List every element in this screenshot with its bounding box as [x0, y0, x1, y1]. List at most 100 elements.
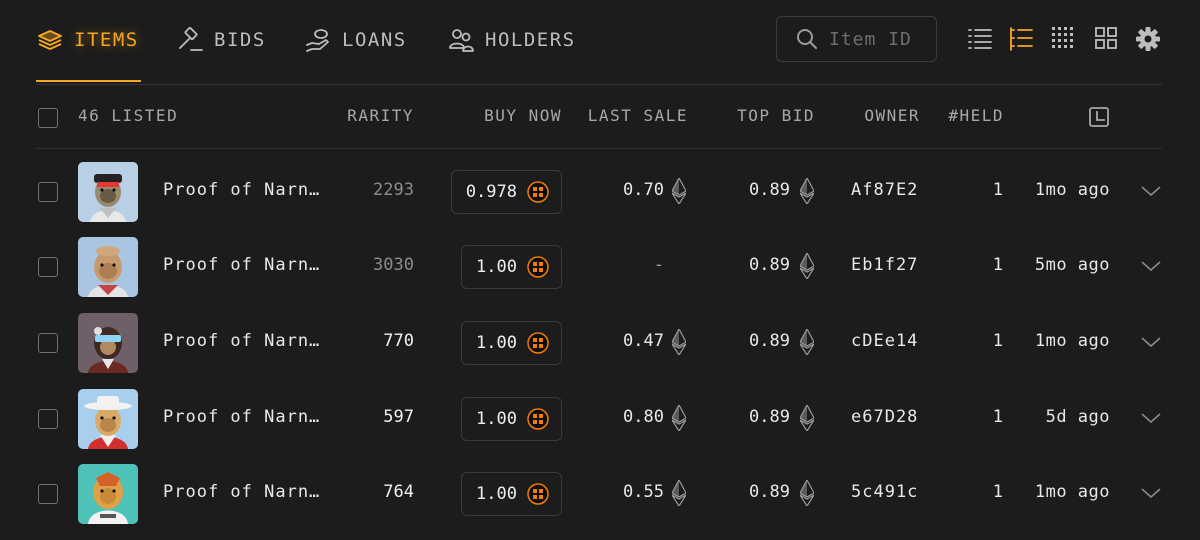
top-bid-value: 0.89 — [749, 482, 790, 502]
table-row[interactable]: Proof of Narn… 3030 1.00 - 0.89 Eb1f27 1… — [0, 237, 1200, 313]
search-icon — [797, 29, 817, 49]
last-sale-value: 0.55 — [623, 482, 664, 502]
dense-grid-view-icon[interactable] — [1051, 26, 1077, 52]
nft-thumbnail[interactable] — [78, 389, 138, 449]
nft-thumbnail[interactable] — [78, 313, 138, 373]
buy-now-price: 1.00 — [476, 409, 517, 429]
column-header-rarity[interactable]: RARITY — [347, 106, 414, 125]
listed-time: 1mo ago — [1034, 482, 1110, 502]
row-checkbox[interactable] — [38, 484, 58, 504]
table-row[interactable]: Proof of Narn… 770 1.00 0.47 0.89 cDEe14… — [0, 313, 1200, 389]
active-tab-indicator — [36, 80, 141, 82]
chevron-down-icon[interactable] — [1141, 411, 1161, 425]
nft-thumbnail[interactable] — [78, 464, 138, 524]
clock-icon[interactable] — [1088, 106, 1110, 128]
column-header-owner[interactable]: OWNER — [864, 106, 920, 125]
owner-address[interactable]: 5c491c — [851, 482, 918, 502]
buy-now-button[interactable]: 1.00 — [461, 245, 562, 289]
column-header-held[interactable]: #HELD — [948, 106, 1004, 125]
item-name[interactable]: Proof of Narn… — [163, 482, 320, 502]
listed-time: 5d ago — [1045, 407, 1110, 427]
held-count: 1 — [992, 482, 1003, 502]
item-id-search-input[interactable] — [827, 27, 931, 51]
last-sale-value: - — [653, 255, 664, 275]
rarity-value: 3030 — [373, 255, 414, 275]
coin-icon — [527, 332, 549, 354]
detailed-list-view-icon[interactable] — [1008, 26, 1034, 52]
eth-icon — [672, 329, 686, 355]
hand-coin-icon — [306, 29, 329, 52]
item-name[interactable]: Proof of Narn… — [163, 255, 320, 275]
owner-address[interactable]: cDEe14 — [851, 331, 918, 351]
tab-bids-label: BIDS — [214, 29, 266, 51]
header-divider — [36, 148, 1162, 149]
rarity-value: 770 — [383, 331, 414, 351]
tab-loans[interactable]: LOANS — [304, 24, 407, 56]
column-header-buy-now[interactable]: BUY NOW — [484, 106, 562, 125]
buy-now-button[interactable]: 0.978 — [450, 170, 562, 214]
nft-thumbnail[interactable] — [78, 237, 138, 297]
eth-icon — [672, 480, 686, 506]
select-all-checkbox[interactable] — [38, 108, 58, 128]
top-bid-value: 0.89 — [749, 180, 790, 200]
item-name[interactable]: Proof of Narn… — [163, 407, 320, 427]
listed-time: 1mo ago — [1034, 331, 1110, 351]
buy-now-button[interactable]: 1.00 — [461, 397, 562, 441]
coin-icon — [527, 181, 549, 203]
gear-icon[interactable] — [1135, 26, 1161, 52]
buy-now-button[interactable]: 1.00 — [461, 472, 562, 516]
item-name[interactable]: Proof of Narn… — [163, 331, 320, 351]
column-header-last-sale[interactable]: LAST SALE — [588, 106, 688, 125]
marketplace-page: ITEMS BIDS LOANS HOLDERS Item ID 46 LIST… — [0, 0, 1200, 540]
buy-now-price: 1.00 — [476, 484, 517, 504]
nav-divider — [36, 84, 1162, 85]
top-bid-value: 0.89 — [749, 407, 790, 427]
tab-items[interactable]: ITEMS — [36, 24, 139, 56]
listed-time: 1mo ago — [1034, 180, 1110, 200]
last-sale-value: 0.80 — [623, 407, 664, 427]
eth-icon — [800, 178, 814, 204]
tab-holders[interactable]: HOLDERS — [447, 24, 576, 56]
chevron-down-icon[interactable] — [1141, 335, 1161, 349]
eth-icon — [672, 178, 686, 204]
eth-icon — [800, 329, 814, 355]
item-name[interactable]: Proof of Narn… — [163, 180, 320, 200]
grid-view-icon[interactable] — [1094, 26, 1120, 52]
row-checkbox[interactable] — [38, 333, 58, 353]
last-sale-value: 0.47 — [623, 331, 664, 351]
held-count: 1 — [992, 331, 1003, 351]
eth-icon — [672, 405, 686, 431]
chevron-down-icon[interactable] — [1141, 259, 1161, 273]
rarity-value: 2293 — [373, 180, 414, 200]
table-row[interactable]: Proof of Narn… 597 1.00 0.80 0.89 e67D28… — [0, 389, 1200, 465]
coin-icon — [527, 256, 549, 278]
row-checkbox[interactable] — [38, 257, 58, 277]
layers-icon — [38, 30, 62, 50]
listed-time: 5mo ago — [1034, 255, 1110, 275]
owner-address[interactable]: Af87E2 — [851, 180, 918, 200]
buy-now-price: 1.00 — [476, 333, 517, 353]
column-header-top-bid[interactable]: TOP BID — [737, 106, 815, 125]
held-count: 1 — [992, 180, 1003, 200]
nft-thumbnail[interactable] — [78, 162, 138, 222]
rarity-value: 764 — [383, 482, 414, 502]
table-row[interactable]: Proof of Narn… 764 1.00 0.55 0.89 5c491c… — [0, 464, 1200, 540]
list-view-icon[interactable] — [967, 26, 993, 52]
owner-address[interactable]: Eb1f27 — [851, 255, 918, 275]
held-count: 1 — [992, 255, 1003, 275]
chevron-down-icon[interactable] — [1141, 486, 1161, 500]
search-box[interactable] — [776, 16, 937, 62]
top-bid-value: 0.89 — [749, 331, 790, 351]
owner-address[interactable]: e67D28 — [851, 407, 918, 427]
tab-holders-label: HOLDERS — [485, 29, 576, 51]
tab-bids[interactable]: BIDS — [176, 24, 266, 56]
row-checkbox[interactable] — [38, 182, 58, 202]
table-row[interactable]: Proof of Narn… 2293 0.978 0.70 0.89 Af87… — [0, 162, 1200, 238]
gavel-icon — [179, 27, 203, 51]
buy-now-button[interactable]: 1.00 — [461, 321, 562, 365]
row-checkbox[interactable] — [38, 409, 58, 429]
coin-icon — [527, 483, 549, 505]
eth-icon — [800, 253, 814, 279]
chevron-down-icon[interactable] — [1141, 184, 1161, 198]
top-bid-value: 0.89 — [749, 255, 790, 275]
